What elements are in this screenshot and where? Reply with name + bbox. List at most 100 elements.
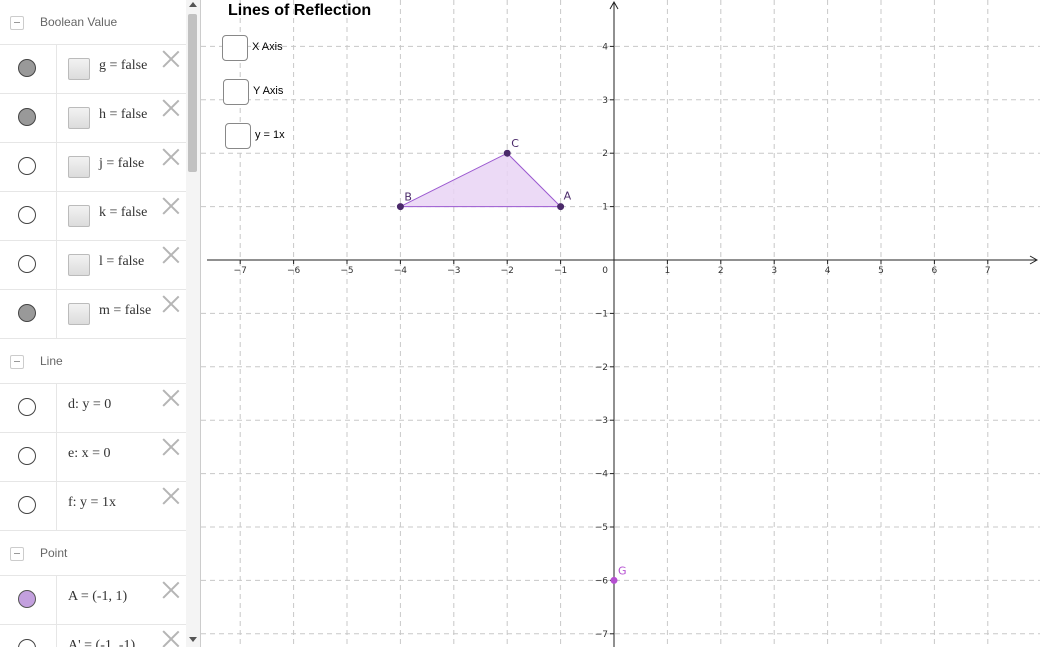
scrollbar-thumb[interactable] bbox=[188, 14, 197, 172]
y-axis-checkbox[interactable] bbox=[223, 79, 249, 105]
delete-icon[interactable] bbox=[162, 99, 180, 117]
visibility-circle-icon[interactable] bbox=[18, 255, 36, 273]
algebra-item-h[interactable]: h = false bbox=[0, 93, 186, 143]
x-tick-label: −6 bbox=[287, 266, 301, 276]
algebra-item-k[interactable]: k = false bbox=[0, 191, 186, 241]
boolean-checkbox[interactable] bbox=[68, 303, 90, 325]
algebra-expression[interactable]: k = false bbox=[99, 205, 147, 221]
algebra-item-A-prime[interactable]: A' = (-1, -1) bbox=[0, 624, 186, 647]
delete-icon[interactable] bbox=[162, 50, 180, 68]
algebra-expression[interactable]: d: y = 0 bbox=[68, 397, 111, 413]
graphics-view[interactable]: −7 −6 −5 −4 −3 −2 −1 1 2 3 4 5 6 7 4 3 2 1 −1 −2 −3 −4 −5 −6 −7 0… bbox=[201, 0, 1040, 647]
y-tick-label: −1 bbox=[595, 309, 608, 319]
delete-icon[interactable] bbox=[162, 295, 180, 313]
visibility-circle-icon[interactable] bbox=[18, 398, 36, 416]
algebra-expression[interactable]: A' = (-1, -1) bbox=[68, 638, 135, 647]
y-axis-checkbox-label[interactable]: Y Axis bbox=[253, 85, 283, 97]
algebra-expression[interactable]: f: y = 1x bbox=[68, 495, 116, 511]
algebra-item-f[interactable]: f: y = 1x bbox=[0, 481, 186, 531]
delete-icon[interactable] bbox=[162, 148, 180, 166]
boolean-checkbox[interactable] bbox=[68, 107, 90, 129]
visibility-toggle[interactable] bbox=[0, 575, 57, 624]
x-tick-label: 6 bbox=[932, 266, 938, 276]
algebra-expression[interactable]: h = false bbox=[99, 107, 147, 123]
visibility-toggle[interactable] bbox=[0, 432, 57, 481]
boolean-checkbox[interactable] bbox=[68, 156, 90, 178]
algebra-item-A[interactable]: A = (-1, 1) bbox=[0, 575, 186, 625]
point-label-A: A bbox=[564, 190, 572, 203]
triangle-ABC[interactable] bbox=[400, 152, 562, 208]
delete-icon[interactable] bbox=[162, 581, 180, 599]
boolean-checkbox[interactable] bbox=[68, 205, 90, 227]
group-header-point[interactable]: Point bbox=[0, 531, 186, 576]
y-tick-label: −2 bbox=[595, 363, 608, 373]
delete-icon[interactable] bbox=[162, 389, 180, 407]
x-tick-label: 4 bbox=[825, 266, 831, 276]
algebra-expression[interactable]: m = false bbox=[99, 303, 151, 319]
point-G[interactable] bbox=[610, 576, 618, 584]
collapse-icon[interactable] bbox=[10, 547, 24, 561]
axes bbox=[207, 0, 1039, 647]
visibility-circle-icon[interactable] bbox=[18, 639, 36, 647]
visibility-toggle[interactable] bbox=[0, 624, 57, 647]
x-axis-checkbox-label[interactable]: X Axis bbox=[252, 41, 283, 53]
visibility-circle-icon[interactable] bbox=[18, 447, 36, 465]
x-tick-label: 5 bbox=[878, 266, 884, 276]
group-title: Line bbox=[40, 354, 63, 368]
scroll-up-arrow-icon[interactable] bbox=[189, 2, 197, 7]
delete-icon[interactable] bbox=[162, 246, 180, 264]
visibility-circle-icon[interactable] bbox=[18, 590, 36, 608]
algebra-scrollbar[interactable] bbox=[186, 0, 201, 647]
algebra-expression[interactable]: e: x = 0 bbox=[68, 446, 111, 462]
x-axis-checkbox[interactable] bbox=[222, 35, 248, 61]
visibility-toggle[interactable] bbox=[0, 44, 57, 93]
algebra-expression[interactable]: A = (-1, 1) bbox=[68, 589, 127, 605]
y-tick-label: −7 bbox=[595, 630, 608, 640]
point-C[interactable] bbox=[503, 149, 511, 157]
visibility-toggle[interactable] bbox=[0, 481, 57, 530]
y-tick-label: −4 bbox=[595, 470, 609, 480]
visibility-toggle[interactable] bbox=[0, 93, 57, 142]
algebra-item-m[interactable]: m = false bbox=[0, 289, 186, 339]
algebra-item-j[interactable]: j = false bbox=[0, 142, 186, 192]
algebra-expression[interactable]: j = false bbox=[99, 156, 144, 172]
x-tick-label: −3 bbox=[447, 266, 460, 276]
visibility-toggle[interactable] bbox=[0, 383, 57, 432]
y-equals-x-checkbox[interactable] bbox=[225, 123, 251, 149]
visibility-circle-icon[interactable] bbox=[18, 206, 36, 224]
visibility-circle-icon[interactable] bbox=[18, 304, 36, 322]
y-tick-label: 3 bbox=[602, 96, 608, 106]
visibility-toggle[interactable] bbox=[0, 191, 57, 240]
collapse-icon[interactable] bbox=[10, 16, 24, 30]
visibility-circle-icon[interactable] bbox=[18, 157, 36, 175]
point-label-B: B bbox=[404, 191, 412, 204]
collapse-icon[interactable] bbox=[10, 355, 24, 369]
visibility-circle-icon[interactable] bbox=[18, 59, 36, 77]
group-header-boolean[interactable]: Boolean Value bbox=[0, 0, 186, 45]
algebra-item-g[interactable]: g = false bbox=[0, 44, 186, 94]
algebra-item-d[interactable]: d: y = 0 bbox=[0, 383, 186, 433]
algebra-item-e[interactable]: e: x = 0 bbox=[0, 432, 186, 482]
boolean-checkbox[interactable] bbox=[68, 58, 90, 80]
point-B[interactable] bbox=[396, 203, 404, 211]
x-tick-label: −5 bbox=[340, 266, 353, 276]
y-tick-label: −5 bbox=[595, 523, 608, 533]
delete-icon[interactable] bbox=[162, 630, 180, 647]
y-equals-x-checkbox-label[interactable]: y = 1x bbox=[255, 129, 285, 141]
visibility-circle-icon[interactable] bbox=[18, 496, 36, 514]
algebra-expression[interactable]: l = false bbox=[99, 254, 144, 270]
delete-icon[interactable] bbox=[162, 197, 180, 215]
visibility-toggle[interactable] bbox=[0, 289, 57, 338]
visibility-circle-icon[interactable] bbox=[18, 108, 36, 126]
algebra-item-l[interactable]: l = false bbox=[0, 240, 186, 290]
delete-icon[interactable] bbox=[162, 487, 180, 505]
visibility-toggle[interactable] bbox=[0, 240, 57, 289]
visibility-toggle[interactable] bbox=[0, 142, 57, 191]
point-A[interactable] bbox=[557, 203, 565, 211]
boolean-checkbox[interactable] bbox=[68, 254, 90, 276]
delete-icon[interactable] bbox=[162, 438, 180, 456]
x-tick-label: −2 bbox=[501, 266, 514, 276]
scroll-down-arrow-icon[interactable] bbox=[189, 637, 197, 642]
algebra-expression[interactable]: g = false bbox=[99, 58, 147, 74]
group-header-line[interactable]: Line bbox=[0, 339, 186, 384]
